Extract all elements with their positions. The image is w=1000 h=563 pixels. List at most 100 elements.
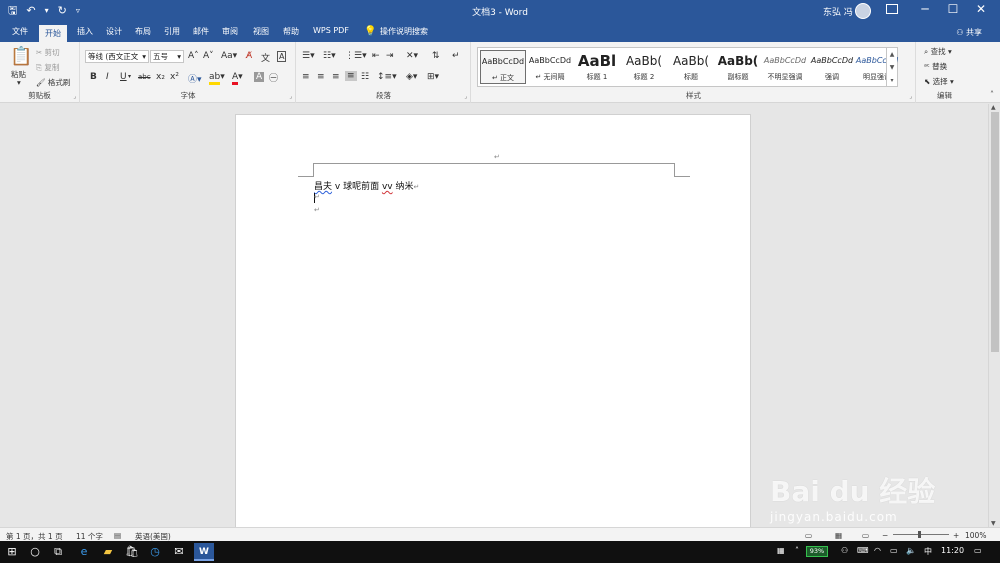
strikethrough-icon[interactable]: abc: [138, 73, 151, 81]
bullets-icon[interactable]: ☰▾: [302, 51, 315, 61]
shading-icon[interactable]: ◈▾: [406, 72, 417, 82]
enclose-characters-icon[interactable]: ㊀: [269, 71, 278, 84]
sort-icon[interactable]: ⇅: [432, 51, 440, 61]
highlight-icon[interactable]: ab▾: [209, 72, 225, 85]
increase-indent-icon[interactable]: ⇥: [386, 51, 394, 61]
zoom-level[interactable]: 100%: [965, 531, 986, 540]
tab-help[interactable]: 帮助: [283, 26, 299, 37]
distributed-icon[interactable]: ☷: [361, 72, 369, 82]
scroll-thumb[interactable]: [991, 112, 999, 352]
style-no-spacing[interactable]: AaBbCcDd ↵ 无间隔: [527, 50, 573, 84]
gallery-down-icon[interactable]: ▼: [886, 61, 897, 74]
phonetic-guide-icon[interactable]: 文: [261, 51, 270, 64]
battery-icon[interactable]: ▭: [890, 546, 898, 555]
style-subtle-emphasis[interactable]: AaBbCcDd 不明显强调: [762, 50, 808, 84]
windows-start-icon[interactable]: ⊞: [3, 545, 21, 558]
edge-icon[interactable]: e: [75, 545, 93, 558]
bold-icon[interactable]: B: [90, 72, 97, 82]
font-size-box[interactable]: 五号 ▾: [150, 50, 184, 63]
keyboard-icon[interactable]: ▦: [777, 546, 785, 555]
subscript-icon[interactable]: x₂: [156, 72, 165, 82]
document-page[interactable]: ↵ 昌夫 v 球呢前面 vv 纳米↵ ↵ ↵: [235, 114, 751, 534]
clock-time[interactable]: 11:20: [941, 546, 964, 555]
clock-app-icon[interactable]: ◷: [146, 545, 164, 558]
battery-indicator[interactable]: 93%: [806, 546, 828, 557]
style-heading-1[interactable]: AaBl 标题 1: [574, 50, 620, 84]
read-mode-icon[interactable]: ▭: [805, 531, 812, 540]
gallery-more-icon[interactable]: ▾: [886, 74, 897, 86]
style-emphasis[interactable]: AaBbCcDd 强调: [809, 50, 855, 84]
proofing-icon[interactable]: ▤: [114, 531, 121, 540]
borders-icon[interactable]: ⊞▾: [427, 72, 439, 82]
task-view-icon[interactable]: ⧉: [49, 545, 67, 559]
minimize-icon[interactable]: ─: [910, 2, 940, 16]
grow-font-icon[interactable]: A˄: [188, 51, 199, 61]
tab-view[interactable]: 视图: [253, 26, 269, 37]
zoom-in-icon[interactable]: +: [953, 531, 959, 540]
search-icon[interactable]: ○: [26, 545, 44, 558]
select-button[interactable]: ⬉ 选择 ▾: [924, 76, 954, 87]
maximize-icon[interactable]: ☐: [938, 2, 968, 16]
clipboard-launcher-icon[interactable]: ⌟: [73, 93, 76, 100]
body-text-line[interactable]: 昌夫 v 球呢前面 vv 纳米↵: [314, 179, 419, 192]
text-effects-icon[interactable]: Ⓐ▾: [188, 72, 202, 85]
store-icon[interactable]: 🛍: [123, 545, 141, 558]
style-subtitle[interactable]: AaBb( 副标题: [715, 50, 761, 84]
tell-me-search[interactable]: 操作说明搜索: [380, 26, 428, 37]
font-color-icon[interactable]: A▾: [232, 72, 243, 85]
align-left-icon[interactable]: ≡: [302, 72, 310, 82]
tab-insert[interactable]: 插入: [77, 26, 93, 37]
style-normal[interactable]: AaBbCcDd ↵ 正文: [480, 50, 526, 84]
volume-icon[interactable]: 🔈: [906, 546, 916, 555]
people-icon[interactable]: ⚇: [841, 546, 848, 555]
tab-file[interactable]: 文件: [12, 26, 28, 37]
find-button[interactable]: ⌕ 查找 ▾: [924, 46, 952, 57]
print-layout-icon[interactable]: ▦: [835, 531, 842, 540]
share-button[interactable]: ⚇ 共享: [956, 27, 982, 38]
ribbon-display-options-icon[interactable]: [886, 4, 898, 14]
paste-dropdown-icon[interactable]: ▾: [17, 78, 21, 87]
web-layout-icon[interactable]: ▭: [862, 531, 869, 540]
scroll-down-icon[interactable]: ▼: [991, 520, 996, 527]
tab-design[interactable]: 设计: [106, 26, 122, 37]
zoom-slider-thumb[interactable]: [918, 531, 921, 538]
underline-icon[interactable]: U: [120, 72, 127, 82]
tab-layout[interactable]: 布局: [135, 26, 151, 37]
italic-icon[interactable]: I: [106, 72, 109, 82]
show-marks-icon[interactable]: ↵: [452, 51, 460, 61]
ime-indicator[interactable]: 中: [924, 546, 932, 557]
style-title[interactable]: AaBb( 标题: [668, 50, 714, 84]
decrease-indent-icon[interactable]: ⇤: [372, 51, 380, 61]
styles-launcher-icon[interactable]: ⌟: [909, 93, 912, 100]
style-heading-2[interactable]: AaBb( 标题 2: [621, 50, 667, 84]
file-explorer-icon[interactable]: ▰: [99, 545, 117, 558]
tray-chevron-icon[interactable]: ˄: [795, 546, 799, 555]
tab-home[interactable]: 开始: [39, 25, 67, 42]
zoom-slider[interactable]: [893, 534, 949, 535]
tab-wps-pdf[interactable]: WPS PDF: [313, 26, 349, 35]
user-name[interactable]: 东弘 冯: [823, 5, 853, 18]
change-case-icon[interactable]: Aa▾: [221, 51, 237, 61]
collapse-ribbon-icon[interactable]: ˄: [990, 90, 994, 99]
zoom-out-icon[interactable]: −: [882, 531, 888, 540]
action-icon[interactable]: ⌨: [857, 546, 869, 555]
mail-icon[interactable]: ✉: [170, 545, 188, 558]
align-center-icon[interactable]: ≡: [317, 72, 325, 82]
copy-button[interactable]: ⎘ 复制: [36, 62, 59, 73]
notifications-icon[interactable]: ▭: [974, 546, 982, 555]
paste-icon[interactable]: 📋: [10, 46, 32, 67]
close-icon[interactable]: ✕: [966, 2, 996, 16]
multilevel-list-icon[interactable]: ⋮☰▾: [345, 51, 367, 61]
superscript-icon[interactable]: x²: [170, 72, 179, 82]
format-painter-button[interactable]: 🖌 格式刷: [36, 77, 70, 88]
gallery-up-icon[interactable]: ▲: [886, 48, 897, 61]
line-spacing-icon[interactable]: ↕≡▾: [377, 72, 397, 82]
character-border-icon[interactable]: A: [277, 51, 287, 62]
wifi-icon[interactable]: ◠: [874, 546, 881, 555]
scroll-up-icon[interactable]: ▲: [991, 104, 996, 111]
shrink-font-icon[interactable]: A˅: [203, 51, 214, 61]
paragraph-launcher-icon[interactable]: ⌟: [464, 93, 467, 100]
underline-dropdown-icon[interactable]: ▾: [128, 73, 131, 80]
numbering-icon[interactable]: ☷▾: [323, 51, 336, 61]
tab-references[interactable]: 引用: [164, 26, 180, 37]
